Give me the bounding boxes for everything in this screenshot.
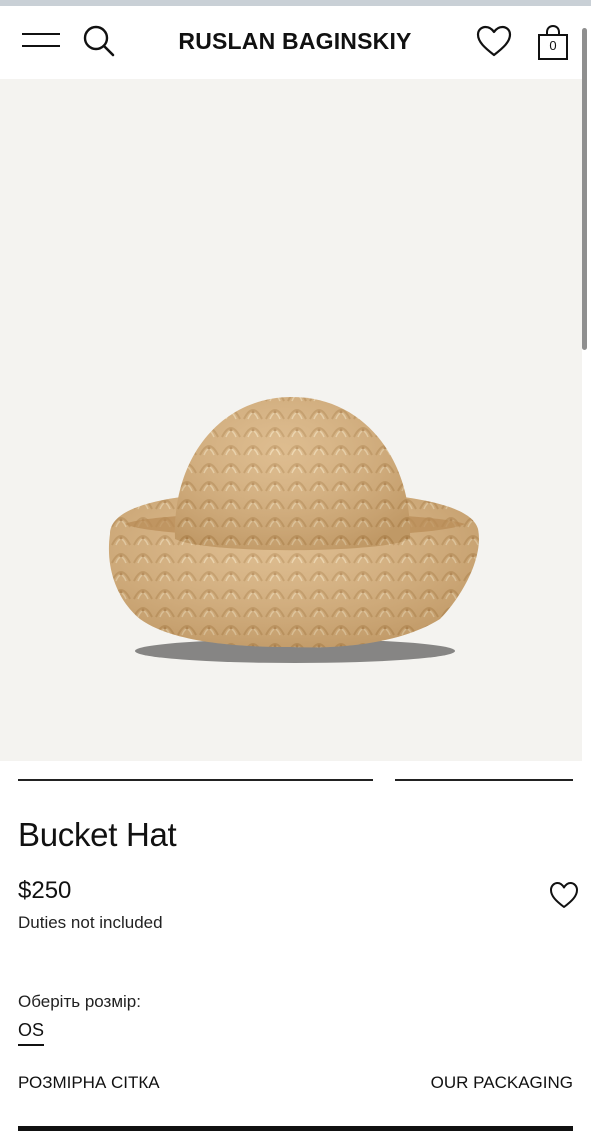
brand-logo[interactable]: RUSLAN BAGINSKIY [140,28,450,55]
size-chart-link[interactable]: РОЗМІРНА СІТКА [18,1073,160,1093]
cart-button[interactable]: 0 [536,24,570,62]
duties-note: Duties not included [18,913,163,932]
gallery-indicator-1[interactable] [18,779,373,781]
product-price: $250 [18,877,72,904]
menu-icon[interactable] [22,33,62,53]
size-option-os[interactable]: OS [18,1020,45,1046]
product-image[interactable] [0,79,582,761]
heart-icon[interactable] [475,24,513,58]
search-icon[interactable] [82,24,116,58]
bucket-hat-image [108,397,479,663]
cart-count: 0 [549,38,557,53]
product-title: Bucket Hat [18,816,177,853]
gallery-indicator-2[interactable] [395,779,573,781]
size-prompt: Оберіть розмір: [18,992,141,1011]
bottom-divider [18,1126,573,1131]
scrollbar[interactable] [582,28,587,350]
add-to-wishlist-heart-icon[interactable] [548,880,580,910]
our-packaging-link[interactable]: OUR PACKAGING [431,1073,573,1093]
site-header: RUSLAN BAGINSKIY 0 [0,6,591,79]
